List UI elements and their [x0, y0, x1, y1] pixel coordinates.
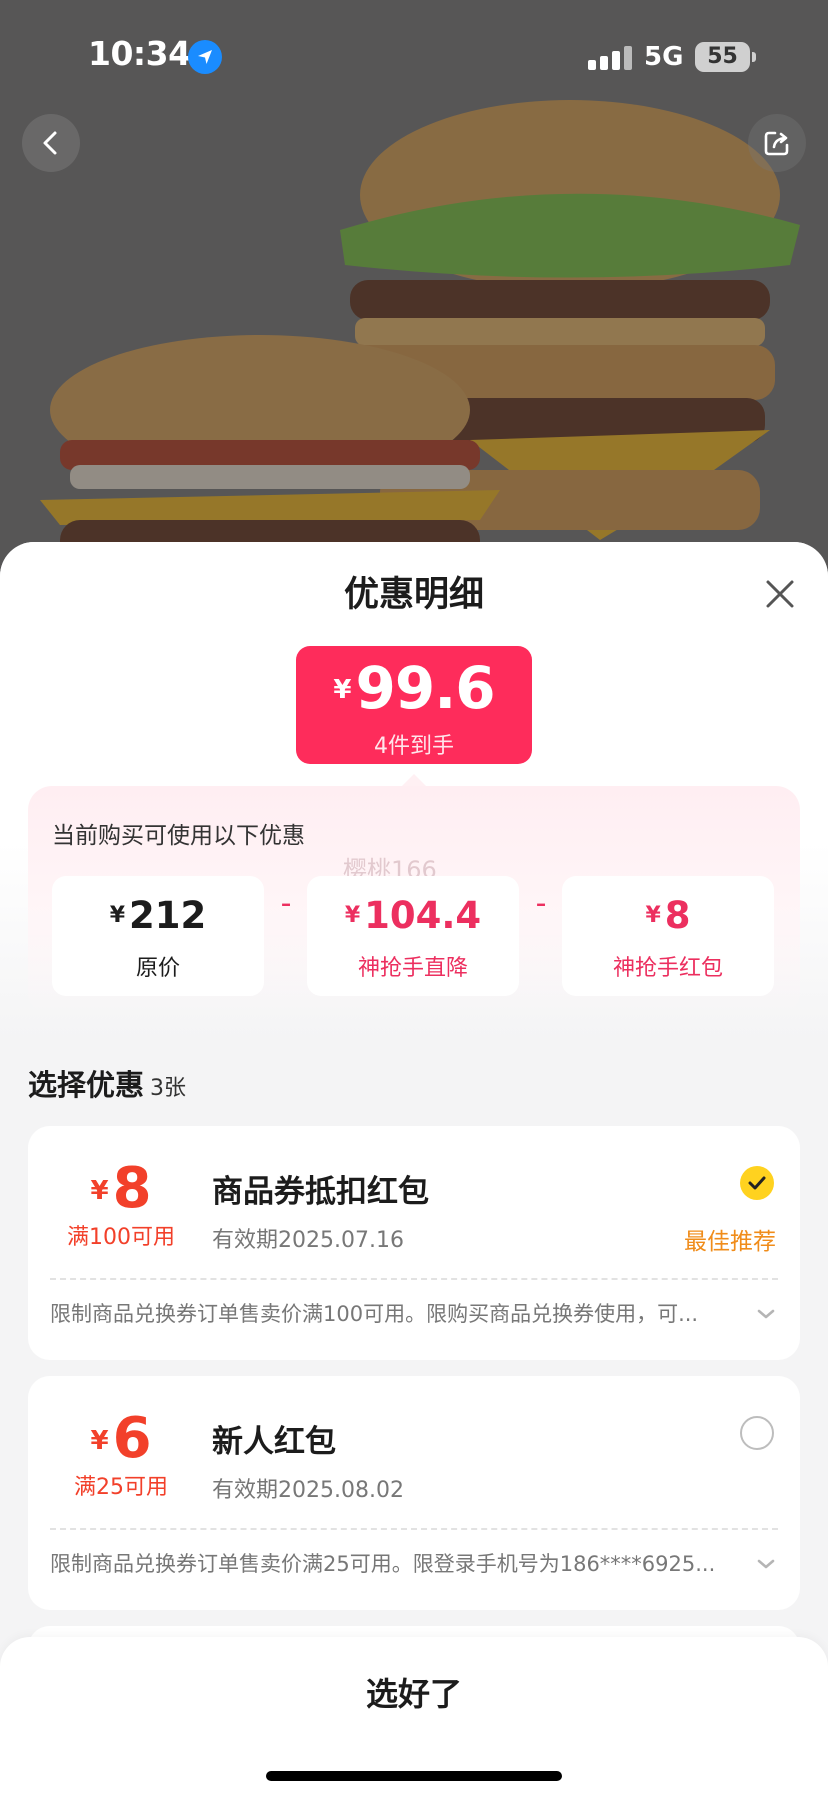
select-coupon-title: 选择优惠 [28, 1068, 145, 1102]
network-label: 5G [644, 42, 684, 72]
discount-breakdown-panel: 当前购买可使用以下优惠 樱桃166 ¥212 原价 - ¥104.4 神抢手直降… [28, 786, 800, 1016]
signal-icon [588, 46, 632, 70]
status-bar: 10:34 5G 55 [0, 0, 828, 110]
original-price-card: ¥212 原价 [52, 876, 264, 996]
chevron-left-icon [43, 131, 57, 155]
direct-discount-value: 104.4 [364, 894, 482, 937]
coupon-expiry: 有效期2025.08.02 [212, 1478, 404, 1503]
coupon-name: 商品券抵扣红包 [212, 1174, 429, 1210]
red-packet-value: 8 [664, 894, 691, 937]
location-arrow-icon [188, 40, 222, 74]
coupon-name: 新人红包 [212, 1424, 336, 1460]
direct-discount-label: 神抢手直降 [357, 956, 468, 981]
coupon-description: 限制商品兑换券订单售卖价满100可用。限购买商品兑换券使用，可... [50, 1302, 699, 1326]
red-packet-label: 神抢手红包 [612, 956, 723, 981]
final-price: 99.6 [355, 654, 495, 722]
close-icon[interactable] [758, 572, 802, 616]
divider [50, 1528, 778, 1530]
final-price-badge: ¥99.6 4件到手 [296, 646, 532, 764]
coupon-checkbox-unchecked[interactable] [740, 1416, 774, 1450]
back-button[interactable] [22, 114, 80, 172]
coupon-currency: ¥ [90, 1176, 109, 1206]
chevron-down-icon[interactable] [754, 1552, 778, 1576]
breakdown-title: 当前购买可使用以下优惠 [52, 823, 305, 849]
minus-sign: - [535, 886, 547, 921]
coupon-checkbox-checked[interactable] [740, 1166, 774, 1200]
chevron-down-icon[interactable] [754, 1302, 778, 1326]
coupon-card[interactable]: ¥8 满100可用 商品券抵扣红包 有效期2025.07.16 最佳推荐 限制商… [28, 1126, 800, 1360]
coupon-description: 限制商品兑换券订单售卖价满25可用。限登录手机号为186****6925... [50, 1552, 716, 1576]
coupon-value-block: ¥8 满100可用 [46, 1156, 196, 1251]
discount-detail-sheet: 优惠明细 ¥99.6 4件到手 当前购买可使用以下优惠 樱桃166 ¥212 原… [0, 542, 828, 1795]
select-coupon-header: 选择优惠 3张 [28, 1062, 186, 1104]
red-packet-card: ¥8 神抢手红包 [562, 876, 774, 996]
battery-icon: 55 [695, 42, 756, 72]
share-button[interactable] [748, 114, 806, 172]
currency-symbol: ¥ [645, 903, 661, 928]
coupon-count: 3张 [150, 1076, 187, 1101]
coupon-amount: 6 [112, 1406, 152, 1471]
currency-symbol: ¥ [109, 903, 126, 928]
coupon-value-block: ¥6 满25可用 [46, 1406, 196, 1501]
coupon-card[interactable]: ¥6 满25可用 新人红包 有效期2025.08.02 限制商品兑换券订单售卖价… [28, 1376, 800, 1610]
currency-symbol: ¥ [344, 903, 361, 928]
coupon-currency: ¥ [90, 1426, 109, 1456]
coupon-expiry: 有效期2025.07.16 [212, 1228, 404, 1253]
coupon-amount: 8 [112, 1156, 152, 1221]
share-icon [764, 131, 789, 156]
best-recommend-badge: 最佳推荐 [684, 1229, 776, 1255]
bottom-action-bar: 选好了 [0, 1637, 828, 1795]
status-time: 10:34 [88, 34, 191, 73]
final-price-subtitle: 4件到手 [374, 734, 454, 759]
minus-sign: - [280, 886, 292, 921]
original-price-value: 212 [129, 894, 207, 937]
original-price-label: 原价 [135, 956, 180, 981]
confirm-button[interactable]: 选好了 [0, 1669, 828, 1715]
coupon-condition: 满100可用 [67, 1225, 175, 1250]
coupon-condition: 满25可用 [74, 1475, 168, 1500]
home-indicator [266, 1771, 562, 1781]
checkmark-icon [748, 1176, 766, 1190]
divider [50, 1278, 778, 1280]
sheet-title: 优惠明细 [343, 575, 484, 615]
price-currency: ¥ [333, 675, 352, 705]
direct-discount-card: ¥104.4 神抢手直降 [307, 876, 519, 996]
